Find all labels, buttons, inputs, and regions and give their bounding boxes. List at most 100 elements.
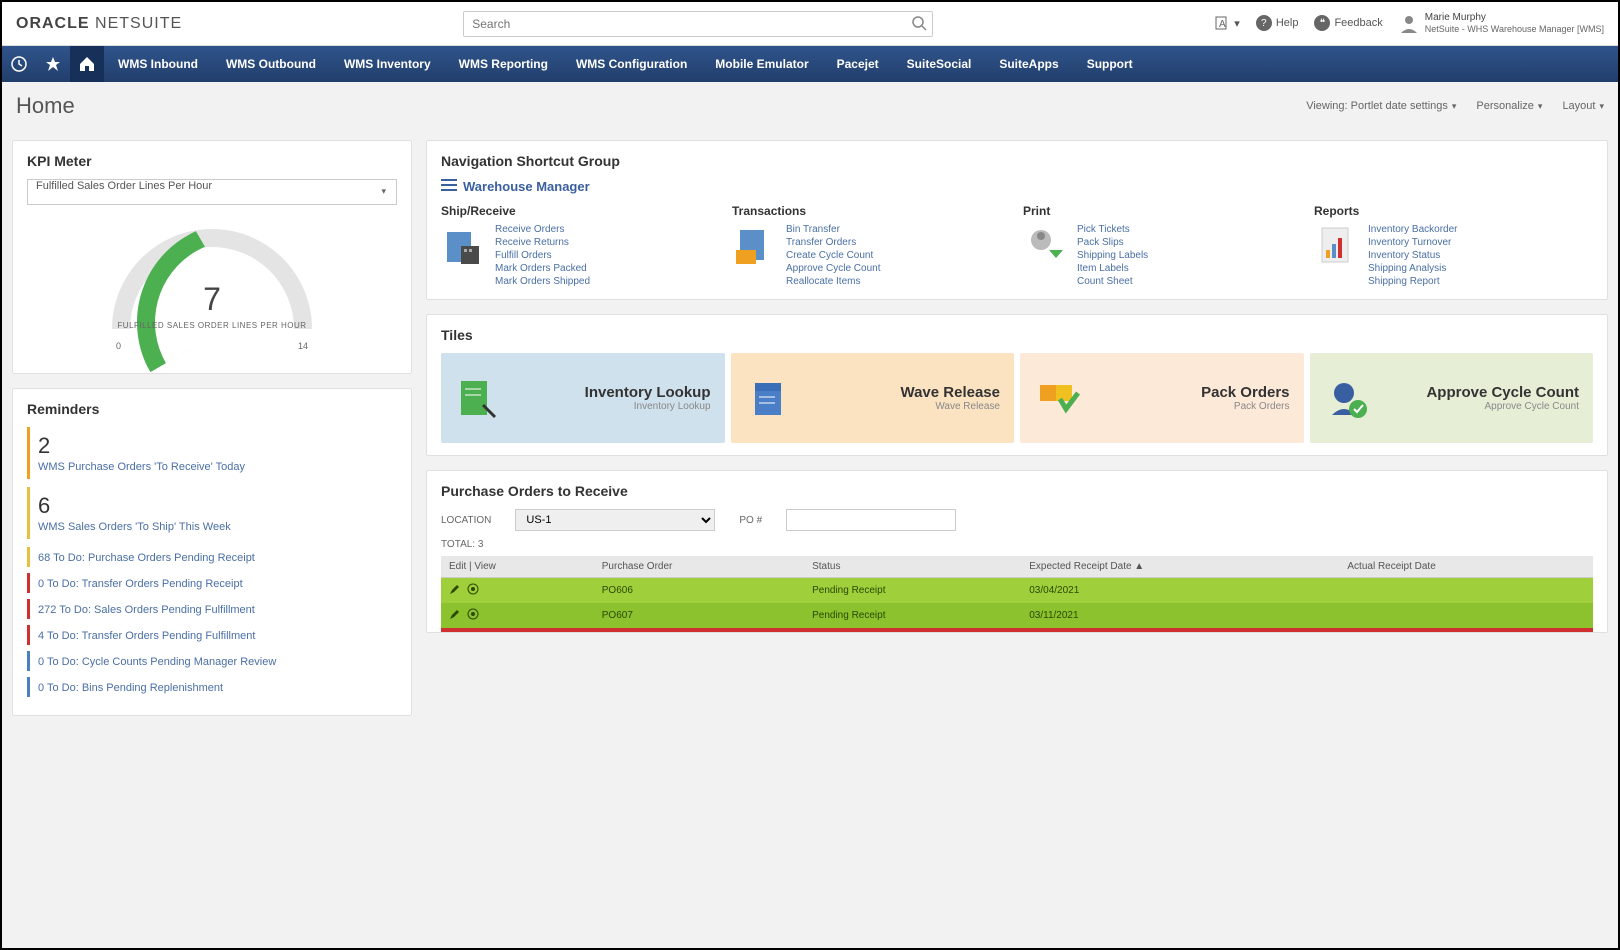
star-icon[interactable] <box>36 46 70 82</box>
shortcut-link[interactable]: Inventory Turnover <box>1368 237 1458 248</box>
tile-pack-orders[interactable]: Pack OrdersPack Orders <box>1020 353 1304 443</box>
search-input[interactable] <box>463 11 933 37</box>
left-column: KPI Meter Fulfilled Sales Order Lines Pe… <box>12 140 412 938</box>
tile-wave-release[interactable]: Wave ReleaseWave Release <box>731 353 1015 443</box>
chevron-down-icon: ▾ <box>381 186 386 197</box>
list-icon <box>441 179 457 194</box>
shortcut-link[interactable]: Shipping Report <box>1368 276 1458 287</box>
po-header-cell[interactable]: Expected Receipt Date ▲ <box>1021 556 1339 578</box>
status-cell: Pending Receipt <box>804 603 1021 628</box>
nav-wms-inventory[interactable]: WMS Inventory <box>330 46 445 82</box>
help-label: Help <box>1276 17 1299 29</box>
tile-approve-cycle-count[interactable]: Approve Cycle CountApprove Cycle Count <box>1310 353 1594 443</box>
edit-icon[interactable] <box>449 583 463 597</box>
nav-suiteapps[interactable]: SuiteApps <box>985 46 1072 82</box>
shortcut-link[interactable]: Approve Cycle Count <box>786 263 881 274</box>
tile-icon <box>455 375 501 421</box>
feedback-link[interactable]: ❝ Feedback <box>1314 15 1382 31</box>
location-select[interactable]: US-1 <box>515 509 715 531</box>
reminder-item[interactable]: 0 To Do: Transfer Orders Pending Receipt <box>27 573 397 593</box>
reminder-label: 272 To Do: Sales Orders Pending Fulfillm… <box>38 604 255 616</box>
kpi-title: KPI Meter <box>27 153 397 169</box>
recent-icon[interactable] <box>2 46 36 82</box>
accessibility-icon[interactable]: A▾ <box>1214 15 1240 31</box>
viewing-dropdown[interactable]: Viewing: Portlet date settings ▾ <box>1306 100 1456 112</box>
shortcut-link[interactable]: Shipping Analysis <box>1368 263 1458 274</box>
group-label: Warehouse Manager <box>463 179 590 194</box>
shortcut-link[interactable]: Transfer Orders <box>786 237 881 248</box>
row-actions <box>441 603 594 628</box>
actual-date-cell <box>1339 603 1593 628</box>
shortcut-link[interactable]: Reallocate Items <box>786 276 881 287</box>
search-icon[interactable] <box>911 15 927 34</box>
reminder-label: 0 To Do: Transfer Orders Pending Receipt <box>38 578 243 590</box>
shortcut-col-icon <box>732 224 776 268</box>
nav-wms-outbound[interactable]: WMS Outbound <box>212 46 330 82</box>
help-link[interactable]: ? Help <box>1256 15 1299 31</box>
shortcut-link[interactable]: Pack Slips <box>1077 237 1148 248</box>
shortcut-link[interactable]: Receive Orders <box>495 224 590 235</box>
nav-suitesocial[interactable]: SuiteSocial <box>893 46 986 82</box>
table-row[interactable]: PO607Pending Receipt03/11/2021 <box>441 603 1593 628</box>
shortcut-link[interactable]: Fulfill Orders <box>495 250 590 261</box>
user-menu[interactable]: Marie Murphy NetSuite - WHS Warehouse Ma… <box>1399 12 1604 35</box>
reminder-item[interactable]: 2WMS Purchase Orders 'To Receive' Today <box>27 427 397 479</box>
po-number-cell: PO606 <box>594 578 804 604</box>
warehouse-manager-header[interactable]: Warehouse Manager <box>441 179 1593 194</box>
tiles-title: Tiles <box>441 327 1593 343</box>
po-header-cell[interactable]: Actual Receipt Date <box>1339 556 1593 578</box>
reminder-count: 2 <box>38 433 397 459</box>
nav-support[interactable]: Support <box>1073 46 1147 82</box>
nav-mobile-emulator[interactable]: Mobile Emulator <box>701 46 822 82</box>
kpi-selector[interactable]: Fulfilled Sales Order Lines Per Hour ▾ <box>27 179 397 205</box>
shortcut-link[interactable]: Mark Orders Packed <box>495 263 590 274</box>
reminder-label: 0 To Do: Cycle Counts Pending Manager Re… <box>38 656 276 668</box>
reminder-item[interactable]: 4 To Do: Transfer Orders Pending Fulfill… <box>27 625 397 645</box>
kpi-min: 0 <box>116 341 121 351</box>
po-number-input[interactable] <box>786 509 956 531</box>
tile-inventory-lookup[interactable]: Inventory LookupInventory Lookup <box>441 353 725 443</box>
shortcut-link[interactable]: Bin Transfer <box>786 224 881 235</box>
nav-wms-inbound[interactable]: WMS Inbound <box>104 46 212 82</box>
tile-title: Approve Cycle Count <box>1426 384 1579 401</box>
view-icon[interactable] <box>467 608 481 622</box>
edit-icon[interactable] <box>449 608 463 622</box>
shortcut-link[interactable]: Inventory Backorder <box>1368 224 1458 235</box>
reminder-item[interactable]: 68 To Do: Purchase Orders Pending Receip… <box>27 547 397 567</box>
shortcut-link[interactable]: Pick Tickets <box>1077 224 1148 235</box>
reminder-item[interactable]: 272 To Do: Sales Orders Pending Fulfillm… <box>27 599 397 619</box>
reminder-item[interactable]: 0 To Do: Bins Pending Replenishment <box>27 677 397 697</box>
shortcut-link[interactable]: Receive Returns <box>495 237 590 248</box>
shortcut-link[interactable]: Inventory Status <box>1368 250 1458 261</box>
tile-subtitle: Wave Release <box>900 401 1000 412</box>
po-filters: LOCATION US-1 PO # <box>441 509 1593 531</box>
shortcut-link[interactable]: Create Cycle Count <box>786 250 881 261</box>
home-icon[interactable] <box>70 46 104 82</box>
status-cell: Pending Receipt <box>804 578 1021 604</box>
shortcut-col-title: Reports <box>1314 204 1593 218</box>
view-icon[interactable] <box>467 583 481 597</box>
tile-title: Pack Orders <box>1201 384 1289 401</box>
shortcut-link[interactable]: Item Labels <box>1077 263 1148 274</box>
nav-wms-reporting[interactable]: WMS Reporting <box>445 46 562 82</box>
shortcut-link[interactable]: Shipping Labels <box>1077 250 1148 261</box>
kpi-selector-value: Fulfilled Sales Order Lines Per Hour <box>36 180 212 192</box>
shortcut-group-portlet: Navigation Shortcut Group Warehouse Mana… <box>426 140 1608 300</box>
tile-subtitle: Inventory Lookup <box>585 401 711 412</box>
nav-wms-configuration[interactable]: WMS Configuration <box>562 46 701 82</box>
po-number-cell: PO607 <box>594 603 804 628</box>
reminder-item[interactable]: 0 To Do: Cycle Counts Pending Manager Re… <box>27 651 397 671</box>
tiles-portlet: Tiles Inventory LookupInventory LookupWa… <box>426 314 1608 456</box>
shortcut-link[interactable]: Count Sheet <box>1077 276 1148 287</box>
reminder-count: 6 <box>38 493 397 519</box>
layout-dropdown[interactable]: Layout ▾ <box>1562 100 1604 112</box>
nav-pacejet[interactable]: Pacejet <box>823 46 893 82</box>
table-row[interactable]: PO606Pending Receipt03/04/2021 <box>441 578 1593 604</box>
reminder-item[interactable]: 6WMS Sales Orders 'To Ship' This Week <box>27 487 397 539</box>
shortcut-link[interactable]: Mark Orders Shipped <box>495 276 590 287</box>
user-name: Marie Murphy <box>1425 12 1604 24</box>
po-header-cell[interactable]: Edit | View <box>441 556 594 578</box>
po-header-cell[interactable]: Purchase Order <box>594 556 804 578</box>
personalize-dropdown[interactable]: Personalize ▾ <box>1476 100 1542 112</box>
po-header-cell[interactable]: Status <box>804 556 1021 578</box>
